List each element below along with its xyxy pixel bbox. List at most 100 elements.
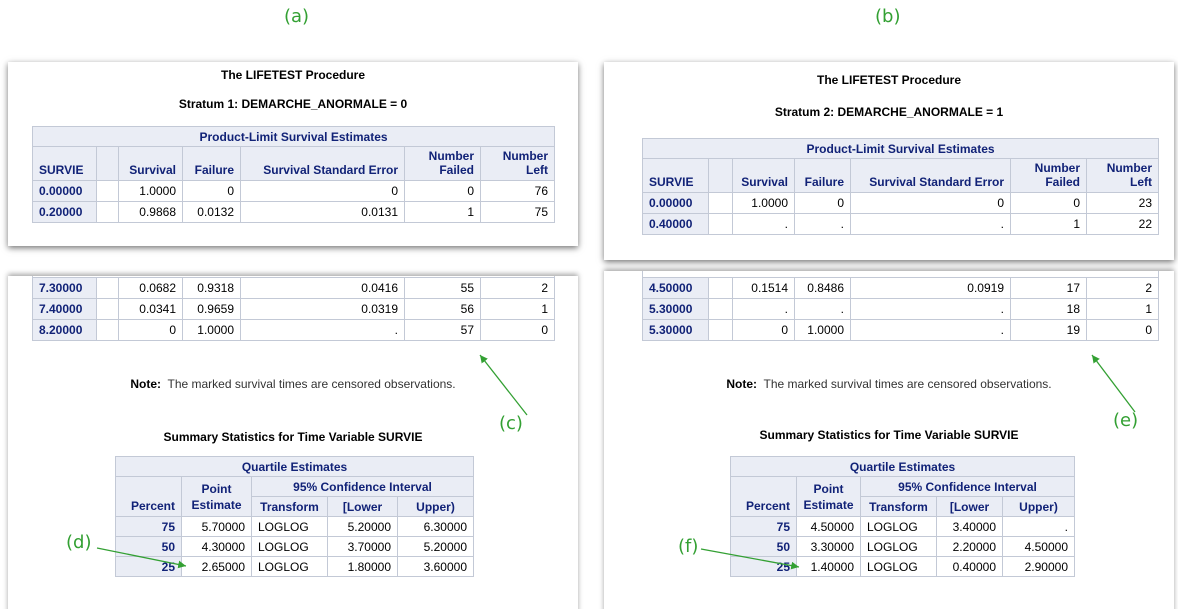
panel-a-top-card: The LIFETEST Procedure Stratum 1: DEMARC… <box>8 62 578 246</box>
product-limit-table-continued: 4.50000 0.1514 0.8486 0.0919 17 2 5.3000… <box>641 271 1160 341</box>
table-row: 50 3.30000 LOGLOG 2.20000 4.50000 <box>730 536 1076 557</box>
cell-number-failed: 57 <box>404 318 481 341</box>
col-point-estimate-line2: Estimate <box>803 498 854 512</box>
cell-number-failed: 19 <box>1010 318 1087 341</box>
callout-c: (c) <box>499 413 523 434</box>
col-number-left-line1: Number <box>1106 161 1153 175</box>
table-row: 7.30000 0.0682 0.9318 0.0416 55 2 <box>32 276 556 299</box>
cell-number-left: 23 <box>1085 192 1160 214</box>
col-number-left-line1: Number <box>502 149 549 163</box>
table-row: 0.40000 . . . 1 22 <box>642 213 1160 235</box>
procedure-title: The LIFETEST Procedure <box>816 73 962 87</box>
cell-time: 0.00000 <box>32 180 97 202</box>
cell-time: 8.20000 <box>32 318 97 341</box>
col-sse: Survival Standard Error <box>240 146 405 181</box>
table-row: 25 2.65000 LOGLOG 1.80000 3.60000 <box>115 556 475 577</box>
col-survie: SURVIE <box>32 146 97 181</box>
cell-number-left: 0 <box>1085 318 1160 341</box>
callout-f: (f) <box>678 536 699 557</box>
cell-number-failed: 1 <box>404 201 481 223</box>
cell-mark <box>708 276 733 299</box>
cell-mark <box>708 318 733 341</box>
cell-transform: LOGLOG <box>860 516 937 537</box>
col-point-estimate-line1: Point <box>813 482 844 496</box>
product-limit-table: Product-Limit Survival Estimates SURVIE … <box>641 138 1160 235</box>
col-transform: Transform <box>251 496 328 517</box>
cell-mark <box>708 213 733 235</box>
cell-survival: 1.0000 <box>118 180 183 202</box>
quartile-table: Quartile Estimates Percent Point Estimate… <box>114 456 475 577</box>
cell-sse: . <box>850 318 1011 341</box>
cell-estimate: 3.30000 <box>796 536 861 557</box>
col-sse: Survival Standard Error <box>850 158 1011 193</box>
cell-sse: . <box>850 297 1011 320</box>
cell-percent: 25 <box>115 556 182 577</box>
col-failure: Failure <box>794 158 851 193</box>
note-text: The marked survival times are censored o… <box>167 377 456 391</box>
cell-percent: 50 <box>115 536 182 557</box>
cell-number-left: 0 <box>479 318 556 341</box>
cell-sse: 0 <box>850 192 1011 214</box>
table-row: 75 5.70000 LOGLOG 5.20000 6.30000 <box>115 516 475 537</box>
table-row: 0.00000 1.0000 0 0 0 76 <box>32 180 556 202</box>
cell-mark <box>96 318 119 341</box>
cell-transform: LOGLOG <box>860 556 937 577</box>
cell-number-failed: 0 <box>1010 192 1087 214</box>
cell-number-left: 76 <box>479 180 556 202</box>
cell-time: 0.20000 <box>32 201 97 223</box>
cell-time: 7.30000 <box>32 276 97 299</box>
panel-label-b: (b) <box>875 6 901 27</box>
cell-lower: 3.70000 <box>327 536 398 557</box>
cell-lower: 2.20000 <box>936 536 1003 557</box>
col-confidence-interval: 95% Confidence Interval <box>250 476 475 497</box>
table-row: 25 1.40000 LOGLOG 0.40000 2.90000 <box>730 556 1076 577</box>
cell-number-failed: 18 <box>1010 297 1087 320</box>
cell-failure: 0.9318 <box>182 276 241 299</box>
col-point-estimate-line2: Estimate <box>191 498 242 512</box>
cell-failure: 0 <box>794 192 851 214</box>
col-number-failed: Number Failed <box>404 146 481 181</box>
cell-transform: LOGLOG <box>251 556 328 577</box>
cell-sse: 0 <box>240 180 405 202</box>
cell-lower: 0.40000 <box>936 556 1003 577</box>
cell-number-left: 22 <box>1085 213 1160 235</box>
cell-upper: 4.50000 <box>1001 536 1076 557</box>
cell-survival: 0 <box>732 318 795 341</box>
cell-transform: LOGLOG <box>251 536 328 557</box>
cell-survival: 0.0341 <box>118 297 183 320</box>
procedure-title: The LIFETEST Procedure <box>220 68 366 82</box>
col-number-failed-line2: Failed <box>439 163 474 177</box>
cell-transform: LOGLOG <box>860 536 937 557</box>
table-row: 75 4.50000 LOGLOG 3.40000 . <box>730 516 1076 537</box>
cell-estimate: 5.70000 <box>181 516 252 537</box>
cell-survival: 0.0682 <box>118 276 183 299</box>
cell-mark <box>96 180 119 202</box>
table-title: Product-Limit Survival Estimates <box>31 126 556 147</box>
cell-failure: 0.8486 <box>794 276 851 299</box>
cell-sse: 0.0131 <box>240 201 405 223</box>
cell-estimate: 1.40000 <box>796 556 861 577</box>
cell-time: 0.40000 <box>642 213 709 235</box>
cell-survival: 0.9868 <box>118 201 183 223</box>
table-row: 50 4.30000 LOGLOG 3.70000 5.20000 <box>115 536 475 557</box>
quartile-table-title: Quartile Estimates <box>114 456 475 477</box>
cell-mark <box>96 297 119 320</box>
quartile-table: Quartile Estimates Percent Point Estimate… <box>729 456 1076 577</box>
col-number-left-line2: Left <box>526 163 549 177</box>
cell-time: 5.30000 <box>642 318 709 341</box>
cell-number-failed: 17 <box>1010 276 1087 299</box>
cell-sse: 0.0319 <box>240 297 405 320</box>
cell-lower: 3.40000 <box>936 516 1003 537</box>
cell-number-failed: 0 <box>404 180 481 202</box>
cell-sse: . <box>850 213 1011 235</box>
cell-sse: 0.0919 <box>850 276 1011 299</box>
table-row: 7.40000 0.0341 0.9659 0.0319 56 1 <box>32 297 556 320</box>
col-number-failed-line1: Number <box>428 149 474 163</box>
col-number-left: Number Left <box>479 146 556 181</box>
cell-number-failed: 56 <box>404 297 481 320</box>
cell-mark <box>708 192 733 214</box>
product-limit-table-continued: 7.30000 0.0682 0.9318 0.0416 55 2 7.4000… <box>31 276 556 341</box>
col-point-estimate: Point Estimate <box>796 476 861 517</box>
col-failure: Failure <box>182 146 241 181</box>
cell-number-left: 1 <box>1085 297 1160 320</box>
